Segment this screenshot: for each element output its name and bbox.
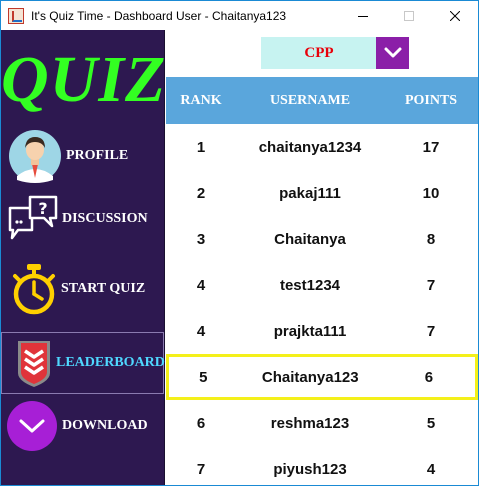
chat-bubbles-icon: ? <box>8 195 58 240</box>
rank-badge-icon <box>18 341 50 387</box>
sidebar-item-label: DOWNLOAD <box>62 418 148 433</box>
window-title: It's Quiz Time - Dashboard User - Chaita… <box>31 9 287 23</box>
table-row[interactable]: 7 piyush123 4 <box>166 446 478 485</box>
username-cell: Chaitanya <box>274 230 346 248</box>
svg-text:?: ? <box>38 199 47 218</box>
sidebar-item-leaderboard[interactable]: LEADERBOARD <box>1 332 165 394</box>
filter-bar: CPP <box>166 30 478 77</box>
sidebar-item-download[interactable]: DOWNLOAD <box>1 395 164 457</box>
username-cell: Chaitanya123 <box>261 368 359 386</box>
leaderboard-table: 1 chaitanya1234 17 2 pakaj111 10 3 Chait… <box>166 124 478 485</box>
sidebar-item-profile[interactable]: PROFILE <box>1 125 164 187</box>
stopwatch-icon <box>13 264 55 315</box>
sidebar-item-start-quiz[interactable]: START QUIZ <box>1 258 164 320</box>
table-row[interactable]: 4 test1234 7 <box>166 262 478 308</box>
subject-select[interactable]: CPP <box>261 37 409 69</box>
table-row[interactable]: 4 prajkta111 7 <box>166 308 478 354</box>
close-icon <box>450 11 460 21</box>
quiz-logo: QUIZ <box>1 43 167 116</box>
points-cell: 7 <box>426 276 436 294</box>
minimize-icon <box>358 16 368 17</box>
sidebar-item-label: START QUIZ <box>61 281 146 296</box>
rank-cell: 7 <box>196 460 206 478</box>
column-header-username[interactable]: USERNAME <box>236 93 384 109</box>
chevron-down-icon <box>384 47 401 58</box>
table-row[interactable]: 2 pakaj111 10 <box>166 170 478 216</box>
table-row-current-user[interactable]: 5 Chaitanya123 6 <box>166 354 478 400</box>
sidebar-item-label: LEADERBOARD <box>56 355 165 370</box>
username-cell: reshma123 <box>270 414 350 432</box>
column-header-points[interactable]: POINTS <box>384 93 478 109</box>
subject-select-value: CPP <box>304 45 334 61</box>
points-cell: 17 <box>422 138 440 156</box>
points-cell: 5 <box>426 414 436 432</box>
rank-cell: 4 <box>196 276 206 294</box>
sidebar-item-discussion[interactable]: ? DISCUSSION <box>1 188 164 250</box>
username-cell: pakaj111 <box>279 184 341 202</box>
points-cell: 6 <box>424 368 434 386</box>
username-cell: test1234 <box>279 276 341 294</box>
leaderboard-panel: CPP RANK USERNAME POINTS 1 chaitanya1234… <box>166 30 478 485</box>
sidebar-item-label: PROFILE <box>66 148 129 163</box>
points-cell: 10 <box>422 184 440 202</box>
chevron-down-icon <box>7 401 57 451</box>
maximize-button <box>386 1 432 31</box>
sidebar-item-label: DISCUSSION <box>62 211 148 226</box>
rank-cell: 1 <box>196 138 206 156</box>
title-bar: It's Quiz Time - Dashboard User - Chaita… <box>1 1 478 31</box>
subject-select-dropdown-button[interactable] <box>376 37 409 69</box>
sidebar: QUIZ PROFILE ? DISCUSSION START QUIZ LEA… <box>1 30 165 485</box>
points-cell: 7 <box>426 322 436 340</box>
username-cell: chaitanya1234 <box>258 138 362 156</box>
rank-cell: 6 <box>196 414 206 432</box>
rank-cell: 5 <box>199 368 208 386</box>
minimize-button[interactable] <box>340 1 386 31</box>
rank-cell: 3 <box>196 230 206 248</box>
maximize-icon <box>404 11 414 21</box>
points-cell: 8 <box>426 230 436 248</box>
rank-cell: 4 <box>196 322 206 340</box>
points-cell: 4 <box>426 460 436 478</box>
table-header: RANK USERNAME POINTS <box>166 77 478 124</box>
table-row[interactable]: 1 chaitanya1234 17 <box>166 124 478 170</box>
table-row[interactable]: 3 Chaitanya 8 <box>166 216 478 262</box>
user-avatar-icon <box>9 130 61 183</box>
java-app-icon <box>8 8 24 24</box>
column-header-rank[interactable]: RANK <box>166 93 236 109</box>
window-controls <box>340 1 478 31</box>
close-button[interactable] <box>432 1 478 31</box>
rank-cell: 2 <box>196 184 206 202</box>
username-cell: prajkta111 <box>273 322 347 340</box>
table-row[interactable]: 6 reshma123 5 <box>166 400 478 446</box>
username-cell: piyush123 <box>273 460 347 478</box>
